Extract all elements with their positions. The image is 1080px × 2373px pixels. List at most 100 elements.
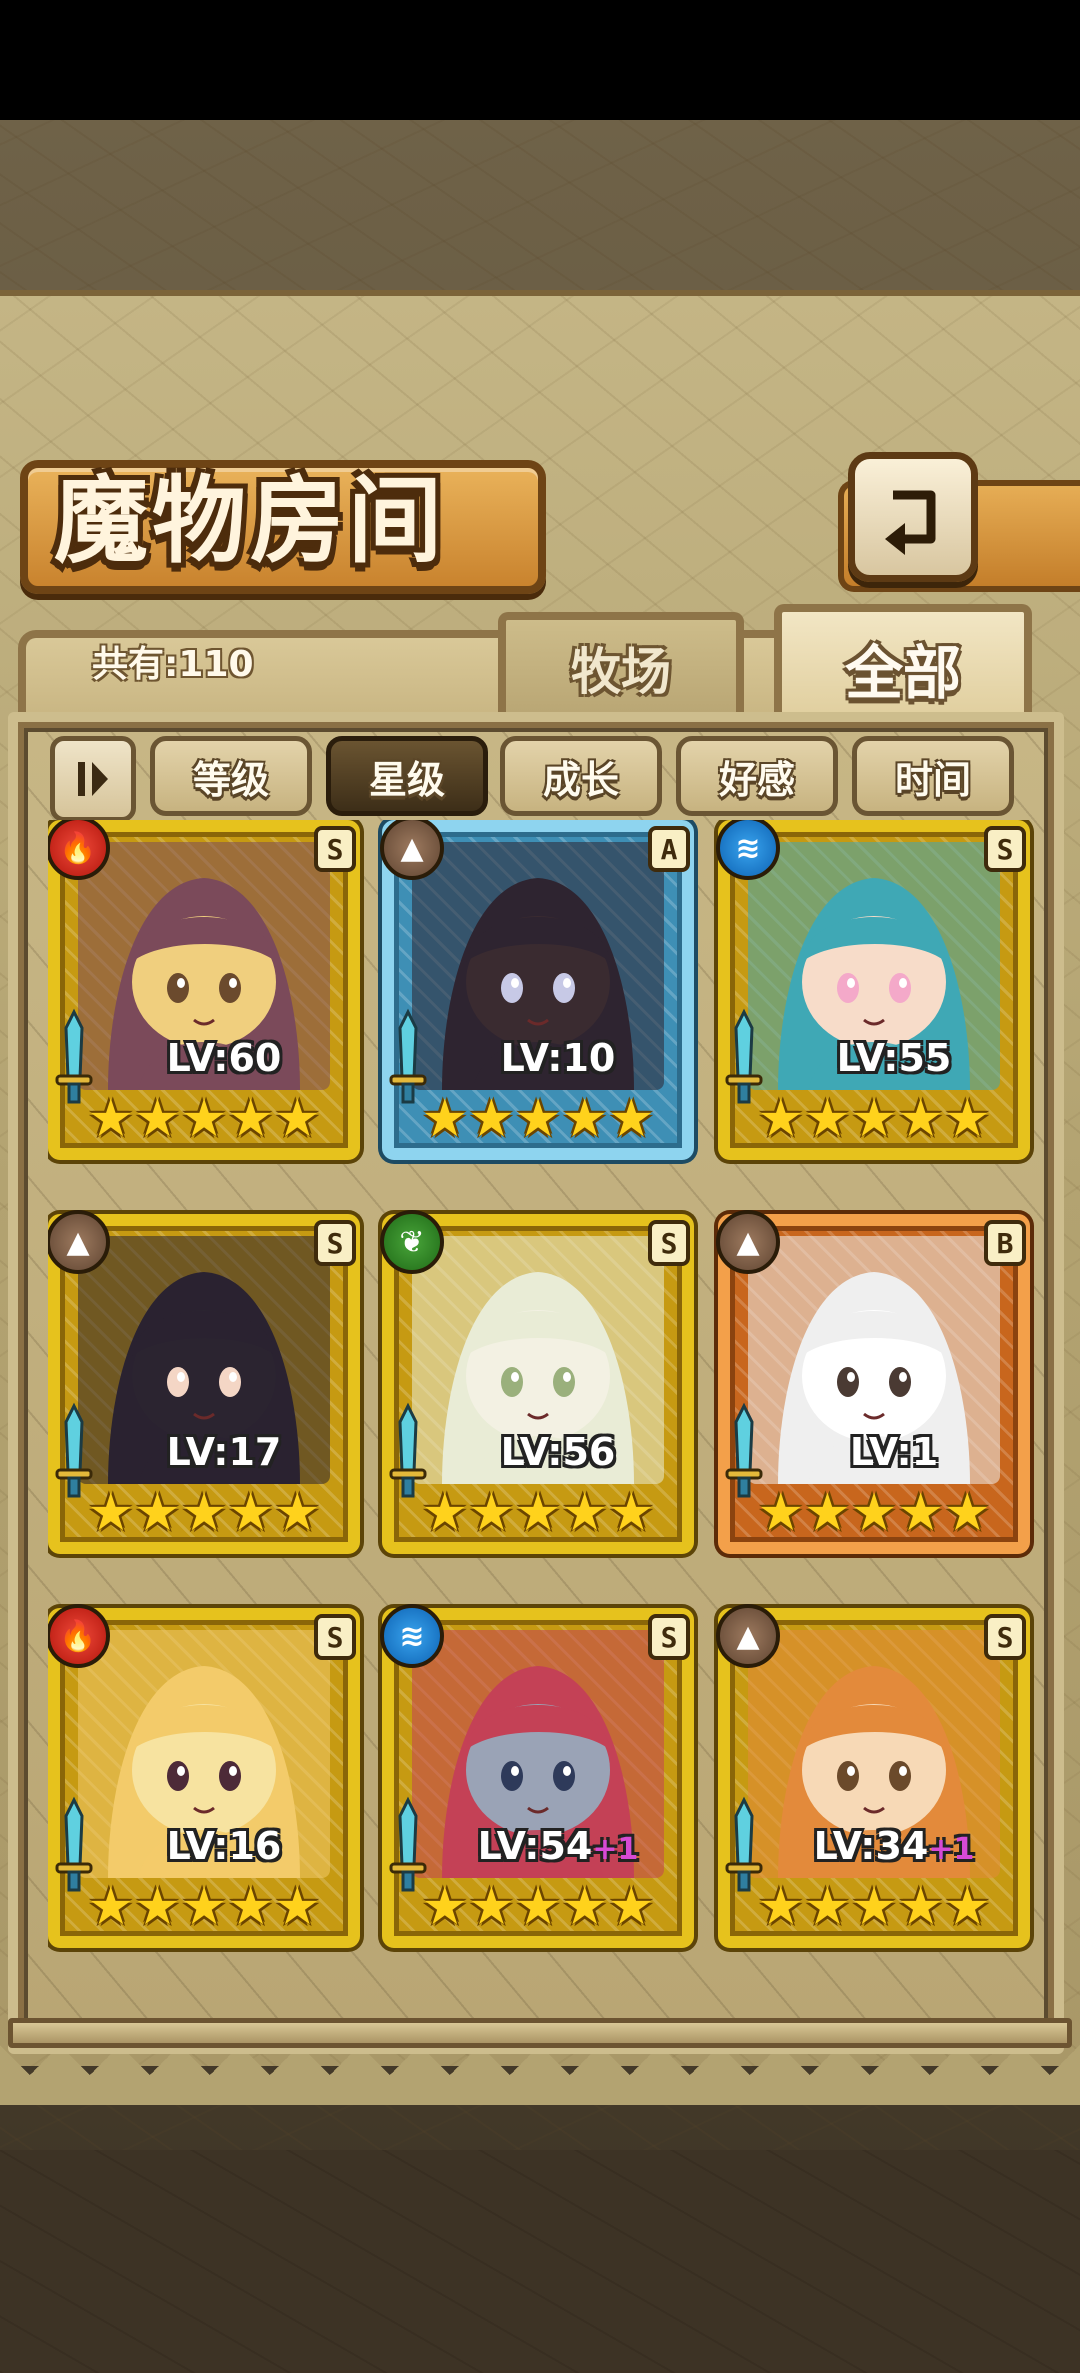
grade-badge: S [984,1614,1026,1660]
monster-level: LV:56 [442,1428,674,1476]
earth-element-icon: ▲ [716,1210,780,1274]
star-icon: ★ [850,1089,898,1149]
grade-badge: S [984,826,1026,872]
star-rating: ★ ★ ★ ★ ★ [748,1484,1000,1542]
grade-badge: S [314,826,356,872]
star-icon: ★ [607,1877,655,1937]
monster-grid: 🔥 S LV:60 ★ ★ ★ ★ ★ ▲ A LV:10 ★ ★ ★ ★ ★ ≋ S LV:55 ★ ★ ★ ★ ★ ▲ S LV… [48,820,1038,1970]
sort-by-level-button[interactable]: 等级 [150,736,312,816]
star-icon: ★ [134,1877,181,1937]
star-rating: ★ ★ ★ ★ ★ [78,1878,330,1936]
star-icon: ★ [468,1483,515,1543]
monster-card[interactable]: ❦ S LV:56 ★ ★ ★ ★ ★ [380,1210,694,1554]
star-rating: ★ ★ ★ ★ ★ [412,1484,664,1542]
grade-badge: B [984,1220,1026,1266]
star-rating: ★ ★ ★ ★ ★ [748,1090,1000,1148]
star-icon: ★ [897,1483,944,1543]
level-bonus: +1 [592,1832,639,1867]
monster-card[interactable]: ≋ S LV:55 ★ ★ ★ ★ ★ [716,820,1030,1160]
bottom-map-band [0,2150,1080,2373]
monster-card[interactable]: ▲ B LV:1 ★ ★ ★ ★ ★ [716,1210,1030,1554]
monster-card[interactable]: ▲ S LV:34+1 ★ ★ ★ ★ ★ [716,1604,1030,1948]
monster-level: LV:54+1 [442,1822,674,1870]
sort-order-toggle[interactable] [50,736,136,822]
sort-by-growth-button[interactable]: 成长 [500,736,662,816]
star-rating: ★ ★ ★ ★ ★ [748,1878,1000,1936]
star-icon: ★ [468,1089,515,1149]
star-icon: ★ [897,1089,944,1149]
star-icon: ★ [87,1089,135,1149]
sort-by-time-button[interactable]: 时间 [852,736,1014,816]
star-icon: ★ [273,1483,321,1543]
star-icon: ★ [468,1877,515,1937]
monster-level: LV:1 [778,1428,1010,1476]
star-icon: ★ [943,1483,991,1543]
star-icon: ★ [421,1877,469,1937]
star-rating: ★ ★ ★ ★ ★ [412,1878,664,1936]
monster-card[interactable]: ≋ S LV:54+1 ★ ★ ★ ★ ★ [380,1604,694,1948]
monster-level: LV:55 [778,1034,1010,1082]
star-icon: ★ [227,1877,274,1937]
sort-order-icon [78,762,108,796]
star-icon: ★ [87,1877,135,1937]
star-icon: ★ [561,1089,608,1149]
back-button[interactable] [848,452,978,582]
monster-level: LV:10 [442,1034,674,1082]
star-icon: ★ [273,1877,321,1937]
star-icon: ★ [607,1089,655,1149]
star-icon: ★ [514,1877,562,1937]
star-icon: ★ [850,1877,898,1937]
earth-element-icon: ▲ [48,1210,110,1274]
tab-all[interactable]: 全部 [774,604,1032,724]
star-icon: ★ [514,1089,562,1149]
sort-by-star-button[interactable]: 星级 [326,736,488,816]
grade-badge: S [648,1220,690,1266]
list-bottom-rail [8,2018,1072,2048]
star-icon: ★ [134,1089,181,1149]
level-value: LV:55 [836,1036,952,1080]
star-icon: ★ [514,1483,562,1543]
star-icon: ★ [757,1877,805,1937]
return-arrow-icon [885,490,936,555]
monster-level: LV:16 [108,1822,340,1870]
level-value: LV:56 [500,1430,616,1474]
star-icon: ★ [561,1877,608,1937]
star-icon: ★ [804,1089,851,1149]
monster-level: LV:60 [108,1034,340,1082]
star-icon: ★ [897,1877,944,1937]
star-icon: ★ [421,1483,469,1543]
earth-element-icon: ▲ [716,1604,780,1668]
sort-by-affection-button[interactable]: 好感 [676,736,838,816]
level-value: LV:16 [166,1824,282,1868]
star-icon: ★ [180,1089,228,1149]
star-icon: ★ [607,1483,655,1543]
star-rating: ★ ★ ★ ★ ★ [78,1090,330,1148]
star-icon: ★ [134,1483,181,1543]
monster-level: LV:34+1 [778,1822,1010,1870]
monster-card[interactable]: ▲ S LV:17 ★ ★ ★ ★ ★ [48,1210,360,1554]
level-value: LV:17 [166,1430,282,1474]
star-icon: ★ [273,1089,321,1149]
level-value: LV:54 [477,1824,593,1868]
panel-torn-edge [0,2045,1080,2115]
level-bonus: +1 [928,1832,975,1867]
grade-badge: S [314,1614,356,1660]
monster-card[interactable]: ▲ A LV:10 ★ ★ ★ ★ ★ [380,820,694,1160]
level-value: LV:1 [849,1430,939,1474]
star-rating: ★ ★ ★ ★ ★ [412,1090,664,1148]
grade-badge: A [648,826,690,872]
star-rating: ★ ★ ★ ★ ★ [78,1484,330,1542]
monster-card[interactable]: 🔥 S LV:60 ★ ★ ★ ★ ★ [48,820,360,1160]
star-icon: ★ [87,1483,135,1543]
monster-card[interactable]: 🔥 S LV:16 ★ ★ ★ ★ ★ [48,1604,360,1948]
star-icon: ★ [227,1089,274,1149]
star-icon: ★ [757,1483,805,1543]
grade-badge: S [314,1220,356,1266]
tab-ranch[interactable]: 牧场 [498,612,744,716]
monster-count: 共有:110 [92,644,254,685]
star-icon: ★ [804,1877,851,1937]
fire-element-icon: 🔥 [48,1604,110,1668]
star-icon: ★ [180,1877,228,1937]
star-icon: ★ [757,1089,805,1149]
star-icon: ★ [561,1483,608,1543]
